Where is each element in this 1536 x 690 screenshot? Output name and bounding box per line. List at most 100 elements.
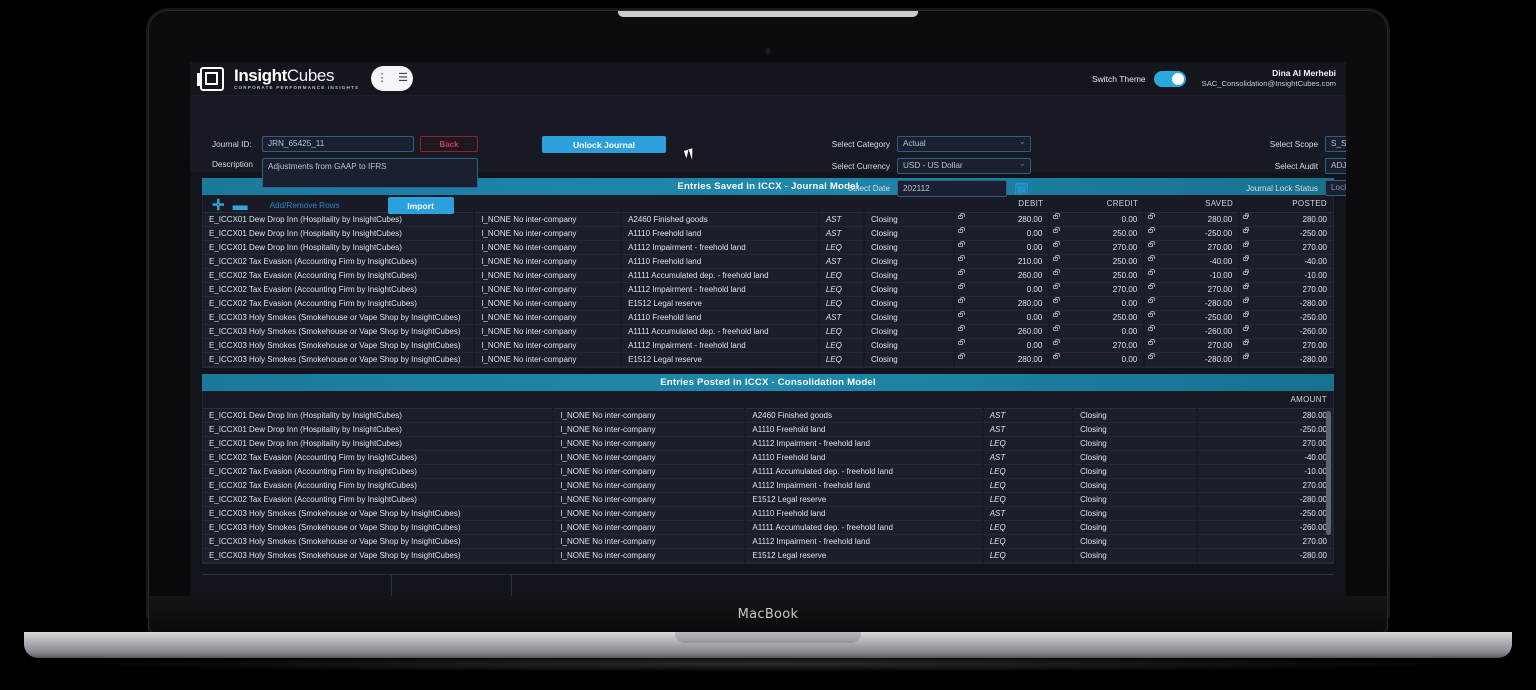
journal-id-input[interactable]: JRN_65425_11 [262,136,414,152]
mouse-cursor-icon [683,149,692,159]
user-account-block[interactable]: Dina Al Merhebi SAC_Consolidation@Insigh… [1202,68,1336,90]
cell-value: -250.00 [1299,313,1327,322]
table-row[interactable]: E_ICCX01 Dew Drop Inn (Hospitality by In… [203,212,1333,227]
table-row[interactable]: E_ICCX01 Dew Drop Inn (Hospitality by In… [203,408,1333,423]
table-cell: Closing [864,226,956,241]
table-cell: I_NONE No inter-company [553,450,747,465]
cell-value: 270.00 [1302,341,1327,350]
table-row[interactable]: E_ICCX03 Holy Smokes (Smokehouse or Vape… [203,324,1333,339]
cell-value: 250.00 [1112,271,1138,280]
select-scope-dropdown[interactable]: S_SCOPE01 - Hands Up (Scope 1) [1325,136,1346,152]
table-row[interactable]: E_ICCX03 Holy Smokes (Smokehouse or Vape… [203,520,1333,535]
table-row[interactable]: E_ICCX02 Tax Evasion (Accounting Firm by… [203,464,1333,479]
description-input[interactable]: Adjustments from GAAP to IFRS [262,158,478,188]
lock-icon [958,241,965,247]
select-category-dropdown[interactable]: Actual [897,136,1031,152]
import-button[interactable]: Import [387,197,454,214]
lock-icon [958,339,965,345]
table-cell: E_ICCX01 Dew Drop Inn (Hospitality by In… [203,212,476,227]
table-cell: E_ICCX01 Dew Drop Inn (Hospitality by In… [203,436,555,451]
webcam-icon [765,48,771,55]
table-row[interactable]: E_ICCX03 Holy Smokes (Smokehouse or Vape… [203,310,1333,325]
table-cell: I_NONE No inter-company [474,240,623,255]
calendar-icon[interactable]: 🗓 [1014,183,1029,195]
journal-panel-body: DEBIT CREDIT SAVED POSTED E_ICCX01 Dew Drop… [202,195,1334,368]
table-cell: Closing [1073,534,1199,549]
table-cell: Closing [864,240,956,255]
table-cell: Closing [1073,548,1199,563]
table-row[interactable]: E_ICCX03 Holy Smokes (Smokehouse or Vape… [203,534,1333,549]
select-audit-row: Select Audit ADJ_GAAP_IFRS - Conversion … [1230,158,1346,174]
table-row[interactable]: E_ICCX03 Holy Smokes (Smokehouse or Vape… [203,548,1333,563]
cell-value: -40.00 [1304,257,1327,266]
table-row[interactable]: E_ICCX01 Dew Drop Inn (Hospitality by In… [203,422,1333,437]
select-date-input[interactable]: 202112 [897,180,1007,197]
table-cell: AST [982,450,1075,465]
select-currency-dropdown[interactable]: USD - US Dollar [897,158,1031,174]
lock-icon [958,269,965,275]
table-row[interactable]: E_ICCX03 Holy Smokes (Smokehouse or Vape… [203,338,1333,353]
table-cell: AST [818,254,866,269]
table-cell: E1512 Legal reserve [745,548,984,563]
cell-value: 280.00 [1302,215,1327,224]
table-row[interactable]: E_ICCX02 Tax Evasion (Accounting Firm by… [203,254,1333,269]
table-row[interactable]: E_ICCX01 Dew Drop Inn (Hospitality by In… [203,240,1333,255]
category-currency-date-group: Select Category Actual Select Currency U… [814,136,1031,203]
laptop-mockup: InsightCubes CORPORATE PERFORMANCE INSIG… [0,0,1536,690]
table-cell: E_ICCX03 Holy Smokes (Smokehouse or Vape… [203,338,476,353]
lock-icon [1243,353,1250,359]
table-row[interactable]: E_ICCX02 Tax Evasion (Accounting Firm by… [203,296,1333,311]
lock-icon [1243,339,1250,345]
add-remove-rows-label[interactable]: Add/Remove Rows [270,201,340,210]
consolidation-table-body: E_ICCX01 Dew Drop Inn (Hospitality by In… [203,408,1333,563]
table-cell: I_NONE No inter-company [553,464,747,479]
cell-value: 0.00 [1121,299,1138,308]
lock-icon [1148,227,1155,233]
cell-value: 0.00 [1121,355,1138,364]
insightcubes-logo-icon [197,66,224,91]
cell-value: -250.00 [1299,229,1327,238]
lock-icon [958,353,965,359]
consolidation-scrollbar-track[interactable] [1326,391,1332,563]
table-cell: E_ICCX03 Holy Smokes (Smokehouse or Vape… [203,352,476,367]
table-cell: E1512 Legal reserve [621,296,820,311]
cell-value: -40.00 [1209,257,1233,266]
table-cell: A1112 Impairment - freehold land [745,478,984,493]
minus-icon[interactable]: ▬ [233,198,248,213]
table-row[interactable]: E_ICCX01 Dew Drop Inn (Hospitality by In… [203,226,1333,241]
table-row[interactable]: E_ICCX02 Tax Evasion (Accounting Firm by… [203,492,1333,507]
back-button[interactable]: Back [420,136,478,152]
table-row[interactable]: E_ICCX02 Tax Evasion (Accounting Firm by… [203,478,1333,493]
unlock-journal-button[interactable]: Unlock Journal [542,136,666,153]
theme-toggle[interactable] [1153,70,1186,87]
lock-icon [958,227,965,233]
table-row[interactable]: E_ICCX02 Tax Evasion (Accounting Firm by… [203,450,1333,465]
table-row[interactable]: E_ICCX02 Tax Evasion (Accounting Firm by… [203,282,1333,297]
table-row[interactable]: E_ICCX03 Holy Smokes (Smokehouse or Vape… [203,506,1333,521]
table-cell: E_ICCX03 Holy Smokes (Smokehouse or Vape… [203,310,476,325]
table-cell: LEQ [818,240,866,255]
lock-icon [1053,269,1060,275]
journal-details-group: Journal ID: JRN_65425_11 Back Descriptio… [212,136,478,214]
consolidation-scrollbar-thumb[interactable] [1326,411,1331,535]
cell-value: 280.00 [1017,355,1043,364]
hamburger-icon[interactable]: ☰ [398,73,408,84]
column-header: CREDIT [1049,195,1145,213]
column-header [1073,391,1198,409]
cell-value: 210.00 [1017,257,1043,266]
table-cell: E_ICCX01 Dew Drop Inn (Hospitality by In… [203,408,555,423]
select-audit-dropdown[interactable]: ADJ_GAAP_IFRS - Conversion fro... [1325,158,1346,174]
column-header: SAVED [1144,195,1240,213]
table-row[interactable]: E_ICCX01 Dew Drop Inn (Hospitality by In… [203,436,1333,451]
table-row[interactable]: E_ICCX02 Tax Evasion (Accounting Firm by… [203,268,1333,283]
plus-icon[interactable]: ✛ [212,198,225,213]
more-vertical-icon[interactable]: ⋮ [377,73,388,84]
cell-value: 0.00 [1026,229,1043,238]
select-category-row: Select Category Actual [814,136,1031,152]
table-cell: A1111 Accumulated dep. - freehold land [745,520,984,535]
lock-icon [1148,311,1155,317]
app-menu-pill[interactable]: ⋮ ☰ [371,66,414,91]
table-cell: E_ICCX02 Tax Evasion (Accounting Firm by… [203,478,555,493]
table-row[interactable]: E_ICCX03 Holy Smokes (Smokehouse or Vape… [203,352,1333,367]
table-cell: LEQ [982,548,1075,563]
